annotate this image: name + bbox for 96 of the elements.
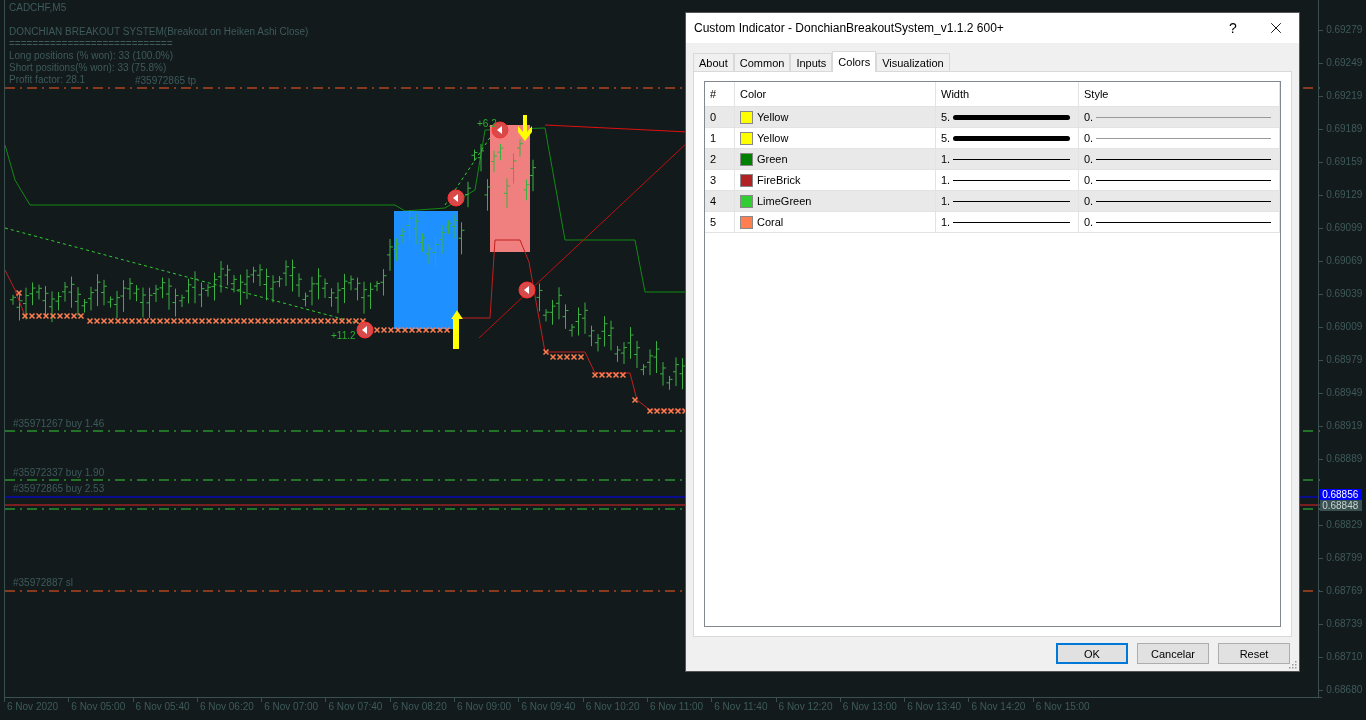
tab[interactable]: Colors — [832, 51, 877, 72]
time-tick: 6 Nov 09:00 — [457, 701, 511, 714]
time-tick: 6 Nov 09:40 — [521, 701, 576, 714]
price-tick: 0.69039 — [1326, 288, 1363, 300]
index-cell: 4 — [710, 195, 717, 207]
time-tick: 6 Nov 12:20 — [778, 701, 833, 714]
profit-label: +6.2 — [477, 118, 497, 129]
time-tick: 6 Nov 05:00 — [71, 701, 126, 714]
order-level-label: #35972865 buy 2.53 — [13, 483, 105, 494]
price-tick: 0.69219 — [1326, 90, 1363, 102]
price-tick: 0.69069 — [1326, 255, 1363, 267]
color-name: Coral — [757, 216, 784, 228]
index-cell: 5 — [710, 216, 717, 228]
price-tick: 0.69099 — [1326, 222, 1363, 234]
column-header[interactable]: # — [705, 82, 735, 106]
price-tick: 0.69279 — [1326, 24, 1363, 36]
order-level-label: #35972337 buy 1.90 — [13, 467, 105, 478]
order-level-label: #35971267 buy 1.46 — [13, 418, 105, 429]
dialog-button[interactable]: Reset — [1218, 643, 1290, 664]
time-tick: 6 Nov 11:00 — [649, 701, 704, 714]
current-price-label: 0.68856 — [1320, 489, 1363, 500]
style-value: 0. — [1084, 216, 1094, 228]
info-text: ============================ — [9, 38, 173, 50]
tab[interactable]: Visualization — [876, 53, 950, 71]
index-cell: 3 — [710, 174, 717, 186]
color-row[interactable]: 4 LimeGreen 1. 0. — [705, 191, 1280, 212]
width-value: 5. — [941, 111, 951, 123]
price-tick: 0.68949 — [1326, 387, 1363, 399]
time-tick: 6 Nov 06:20 — [199, 701, 254, 714]
tab[interactable]: Common — [733, 53, 791, 71]
color-name: Yellow — [757, 111, 789, 123]
style-value: 0. — [1084, 132, 1094, 144]
price-tick: 0.68710 — [1326, 651, 1363, 663]
price-tick: 0.68769 — [1326, 585, 1363, 597]
color-row[interactable]: 0 Yellow 5. 0. — [705, 107, 1280, 128]
color-name: LimeGreen — [757, 195, 812, 207]
width-value: 1. — [941, 216, 951, 228]
price-tick: 0.68919 — [1326, 420, 1363, 432]
color-name: FireBrick — [757, 174, 801, 186]
color-row[interactable]: 3 FireBrick 1. 0. — [705, 170, 1280, 191]
time-tick: 6 Nov 2020 — [7, 701, 59, 714]
dialog-button[interactable]: Cancelar — [1137, 643, 1209, 664]
index-cell: 0 — [710, 111, 717, 123]
price-tick: 0.68739 — [1326, 618, 1363, 630]
column-header[interactable]: Style — [1079, 82, 1280, 106]
dialog-button[interactable]: OK — [1056, 643, 1128, 664]
price-tick: 0.69129 — [1326, 189, 1363, 201]
index-cell: 1 — [710, 132, 717, 144]
column-header[interactable]: Width — [936, 82, 1079, 106]
style-value: 0. — [1084, 195, 1094, 207]
time-tick: 6 Nov 11:40 — [714, 701, 768, 714]
down-arrow-icon — [518, 115, 532, 141]
style-value: 0. — [1084, 174, 1094, 186]
width-value: 1. — [941, 174, 951, 186]
width-value: 1. — [941, 153, 951, 165]
price-tick: 0.69189 — [1326, 123, 1363, 135]
tab[interactable]: Inputs — [790, 53, 833, 71]
price-tick: 0.68799 — [1326, 552, 1363, 564]
up-arrow-icon — [451, 310, 463, 349]
color-name: Green — [757, 153, 788, 165]
dialog-title: Custom Indicator - DonchianBreakoutSystem_v1.1.2 600+ — [694, 21, 1005, 35]
price-tick: 0.69159 — [1326, 156, 1363, 168]
index-cell: 2 — [710, 153, 717, 165]
profit-label: +11.2 — [331, 330, 356, 341]
price-tick: 0.68889 — [1326, 453, 1363, 465]
width-value: 5. — [941, 132, 951, 144]
price-tick: 0.69249 — [1326, 57, 1363, 69]
time-tick: 6 Nov 05:40 — [135, 701, 190, 714]
current-price-label: 0.68848 — [1320, 500, 1363, 511]
time-tick: 6 Nov 07:40 — [328, 701, 383, 714]
color-row[interactable]: 5 Coral 1. 0. — [705, 212, 1280, 233]
price-tick: 0.68979 — [1326, 354, 1363, 366]
time-tick: 6 Nov 14:20 — [971, 701, 1026, 714]
width-value: 1. — [941, 195, 951, 207]
order-level-label: #35972865 tp — [135, 75, 197, 86]
price-tick: 0.68680 — [1326, 684, 1363, 696]
column-header[interactable]: Color — [735, 82, 936, 106]
color-row[interactable]: 1 Yellow 5. 0. — [705, 128, 1280, 149]
trade-marker — [447, 189, 465, 207]
style-value: 0. — [1084, 153, 1094, 165]
color-name: Yellow — [757, 132, 789, 144]
price-tick: 0.69009 — [1326, 321, 1363, 333]
help-button[interactable]: ? — [1213, 13, 1253, 43]
trade-marker — [518, 281, 536, 299]
stop-line — [5, 269, 26, 317]
resize-grip-icon[interactable] — [1287, 659, 1297, 669]
info-text: Profit factor: 28.1 — [9, 74, 86, 86]
price-tick: 0.68829 — [1326, 519, 1363, 531]
color-row[interactable]: 2 Green 1. 0. — [705, 149, 1280, 170]
info-text: Long positions (% won): 33 (100.0%) — [9, 50, 173, 62]
info-text: Short positions(% won): 33 (75.8%) — [9, 62, 167, 74]
tab[interactable]: About — [693, 53, 734, 71]
trade-marker — [356, 321, 374, 339]
style-value: 0. — [1084, 111, 1094, 123]
time-tick: 6 Nov 13:40 — [907, 701, 962, 714]
symbol-label: CADCHF,M5 — [9, 2, 67, 14]
